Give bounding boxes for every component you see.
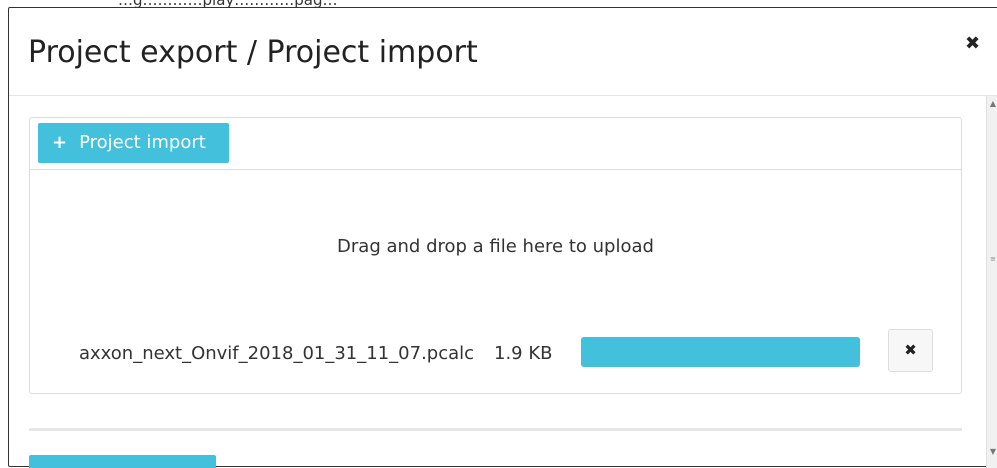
scroll-grip-icon[interactable]: ≡ [990, 256, 996, 263]
close-dialog-icon[interactable]: ✖ [965, 35, 980, 53]
project-export-import-dialog: Project export / Project import ✖ + Proje… [8, 7, 997, 468]
drop-zone-text: Drag and drop a file here to upload [337, 236, 654, 257]
uploaded-file-size: 1.9 KB [494, 343, 553, 364]
upload-progress-fill [581, 337, 860, 367]
scroll-down-arrow-icon[interactable]: ▼ [987, 448, 997, 456]
vertical-scrollbar[interactable]: ▲ ≡ ▼ [986, 96, 997, 468]
panel-header: + Project import [30, 118, 961, 170]
dialog-title: Project export / Project import [28, 35, 478, 70]
project-import-panel: + Project import Drag and drop a file her… [29, 117, 962, 394]
plus-icon: + [52, 132, 68, 153]
dialog-body: + Project import Drag and drop a file her… [9, 96, 985, 468]
scroll-up-arrow-icon[interactable]: ▲ [987, 100, 997, 108]
project-import-button[interactable]: + Project import [38, 123, 229, 163]
remove-file-button[interactable]: ✖ [888, 329, 933, 372]
upload-progress-bar [581, 337, 860, 367]
uploaded-file-name: axxon_next_Onvif_2018_01_31_11_07.pcalc [79, 343, 475, 364]
section-divider [29, 428, 962, 431]
project-import-label: Project import [79, 132, 206, 153]
project-export-button[interactable] [29, 455, 216, 468]
dialog-header: Project export / Project import ✖ [9, 8, 997, 96]
